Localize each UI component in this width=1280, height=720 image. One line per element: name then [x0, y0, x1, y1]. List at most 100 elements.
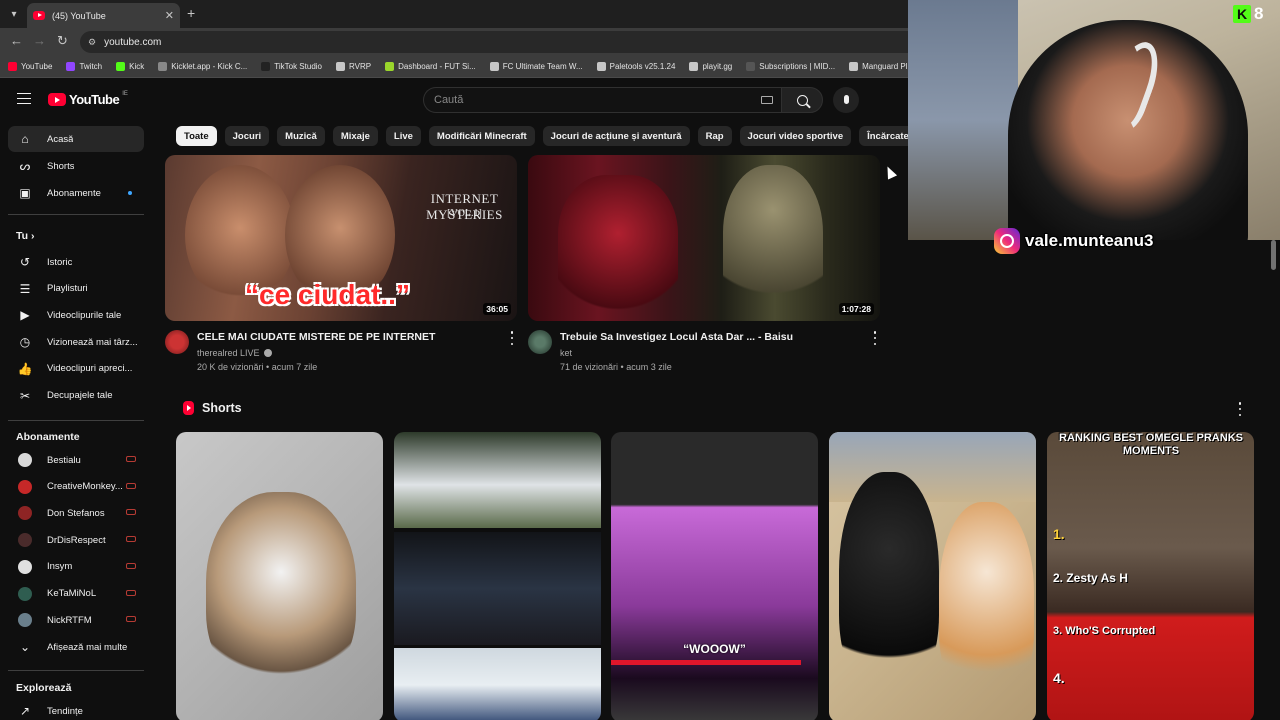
bookmark-item[interactable]: Subscriptions | MID...	[746, 62, 835, 71]
channel-avatar[interactable]	[528, 330, 552, 354]
thumbnail-figure	[723, 165, 823, 315]
video-title[interactable]: CELE MAI CIUDATE MISTERE DE PE INTERNET	[197, 331, 435, 343]
sidebar-item-label: Videoclipurile tale	[47, 309, 122, 321]
police-cars-image	[394, 648, 601, 720]
video-thumbnail[interactable]: 1:07:28	[528, 155, 880, 321]
channel-name-text: ket	[560, 348, 573, 358]
rank-3-text: 3. Who'S Corrupted	[1053, 625, 1156, 637]
short-thumbnail[interactable]	[394, 432, 601, 720]
forward-icon[interactable]: →	[33, 33, 46, 48]
sidebar-item[interactable]: 👍 Videoclipuri apreci...	[8, 356, 144, 382]
filter-chip[interactable]: Rap	[697, 126, 732, 146]
menu-icon[interactable]	[17, 93, 31, 104]
sidebar-item[interactable]: Bestialu	[8, 447, 144, 473]
kick-viewer-badge: K 8	[1233, 4, 1263, 24]
mouse-cursor-icon	[882, 164, 898, 180]
live-icon	[126, 509, 136, 516]
bookmark-item[interactable]: Twitch	[66, 62, 102, 71]
filter-chip[interactable]: Jocuri de acțiune și aventură	[542, 126, 690, 146]
sidebar-item[interactable]: ✂ Decupajele tale	[8, 383, 144, 409]
voice-search-button[interactable]	[833, 87, 859, 113]
video-thumbnail[interactable]: INTERNET MYSTERIES [VOL.1] “ce ciudat..”…	[165, 155, 517, 321]
video-menu-icon[interactable]	[873, 331, 877, 345]
sidebar-item[interactable]: ⌄ Afișează mai multe	[8, 634, 144, 660]
sidebar-item-label: Shorts	[47, 160, 75, 172]
bookmark-item[interactable]: TikTok Studio	[261, 62, 322, 71]
shorts-menu-icon[interactable]	[1238, 402, 1242, 416]
sidebar-item[interactable]: DrDisRespect	[8, 527, 144, 553]
shorts-logo-icon	[183, 401, 194, 415]
filter-chip[interactable]: Jocuri video sportive	[739, 126, 852, 146]
bookmark-item[interactable]: Kicklet.app - Kick C...	[158, 62, 247, 71]
bookmark-item[interactable]: Dashboard - FUT Si...	[385, 62, 476, 71]
bookmark-item[interactable]: Paletools v25.1.24	[596, 62, 675, 71]
reload-icon[interactable]: ↻	[57, 33, 68, 49]
sidebar-item[interactable]: NickRTFM	[8, 607, 144, 633]
short-thumbnail[interactable]	[829, 432, 1036, 720]
live-icon	[126, 562, 136, 569]
sidebar-item[interactable]: ᔕ Shorts	[8, 153, 144, 179]
shorts-icon: ᔕ	[19, 159, 31, 173]
bookmark-favicon-icon	[336, 62, 345, 71]
browser-tab[interactable]: (45) YouTube ✕	[27, 3, 180, 28]
filter-chip[interactable]: Mixaje	[332, 126, 378, 146]
shorts-title: Shorts	[202, 401, 242, 415]
bookmark-item[interactable]: YouTube	[8, 62, 52, 71]
filter-chip[interactable]: Muzică	[277, 126, 325, 146]
microphone-icon	[843, 94, 849, 104]
channel-avatar[interactable]	[165, 330, 189, 354]
filter-chip[interactable]: Modificări Minecraft	[428, 126, 535, 146]
view-count: 20 K de vizionări	[197, 362, 264, 372]
bookmark-label: FC Ultimate Team W...	[502, 62, 583, 71]
search-input[interactable]	[423, 87, 781, 113]
keyboard-icon[interactable]	[761, 96, 773, 104]
sidebar-subscriptions-heading: Abonamente	[16, 431, 80, 443]
sidebar-item[interactable]: ▶ Videoclipurile tale	[8, 302, 144, 328]
site-info-icon[interactable]: ⚙	[88, 37, 96, 48]
sidebar-item[interactable]: ⌂ Acasă	[8, 126, 144, 152]
bookmark-item[interactable]: Kick	[116, 62, 144, 71]
video-menu-icon[interactable]	[510, 331, 514, 345]
short-thumbnail[interactable]: “WOOOW”	[611, 432, 818, 720]
sidebar-item[interactable]: KeTaMiNoL	[8, 581, 144, 607]
bookmark-item[interactable]: FC Ultimate Team W...	[489, 62, 583, 71]
search-button[interactable]	[781, 87, 823, 113]
back-icon[interactable]: ←	[10, 33, 23, 48]
new-tab-icon[interactable]: +	[187, 5, 195, 21]
bookmark-item[interactable]: Manguard Plus	[849, 62, 916, 71]
sidebar-item[interactable]: Insym	[8, 554, 144, 580]
bookmark-favicon-icon	[385, 62, 395, 71]
sidebar-item[interactable]: CreativeMonkey...	[8, 474, 144, 500]
short-thumbnail[interactable]	[176, 432, 383, 720]
sidebar-item[interactable]: ◷ Vizionează mai târz...	[8, 329, 144, 355]
sidebar-item[interactable]: ↗ Tendințe	[8, 698, 144, 720]
video-title[interactable]: Trebuie Sa Investigez Locul Asta Dar ...…	[560, 331, 793, 343]
short-thumbnail[interactable]: RANKING BEST OMEGLE PRANKS MOMENTS 1. 2.…	[1047, 432, 1254, 720]
filter-chip[interactable]: Live	[385, 126, 421, 146]
page-scrollbar[interactable]	[1271, 240, 1276, 270]
live-icon	[126, 589, 136, 596]
sidebar-item[interactable]: ↺ Istoric	[8, 249, 144, 275]
bookmark-item[interactable]: RVRP	[336, 62, 371, 71]
channel-name[interactable]: ket	[560, 348, 572, 358]
tab-search-icon[interactable]: ▾	[5, 5, 23, 23]
rank-1-text: 1.	[1053, 526, 1065, 542]
channel-name[interactable]: therealred LIVE	[197, 348, 272, 358]
sidebar-item[interactable]: ▣ Abonamente	[8, 180, 144, 206]
filter-chip[interactable]: Toate	[176, 126, 217, 146]
bookmark-label: Twitch	[79, 62, 103, 71]
channel-avatar	[18, 506, 32, 521]
police-car-night-image	[394, 532, 601, 645]
bookmark-favicon-icon	[66, 62, 76, 71]
bookmark-label: RVRP	[349, 62, 372, 71]
sidebar-item[interactable]: ☰ Playlisturi	[8, 276, 144, 302]
close-tab-icon[interactable]: ✕	[165, 9, 174, 22]
channel-avatar	[18, 479, 32, 494]
sidebar-item[interactable]: Don Stefanos	[8, 500, 144, 526]
bookmark-item[interactable]: playit.gg	[689, 62, 732, 71]
youtube-logo[interactable]: YouTube IE	[48, 91, 128, 107]
filter-chip[interactable]: Jocuri	[224, 126, 270, 146]
orange-kitten-shape	[939, 502, 1034, 702]
sidebar-you-heading[interactable]: Tu ›	[16, 230, 34, 242]
watch-later-icon: ◷	[19, 335, 31, 350]
